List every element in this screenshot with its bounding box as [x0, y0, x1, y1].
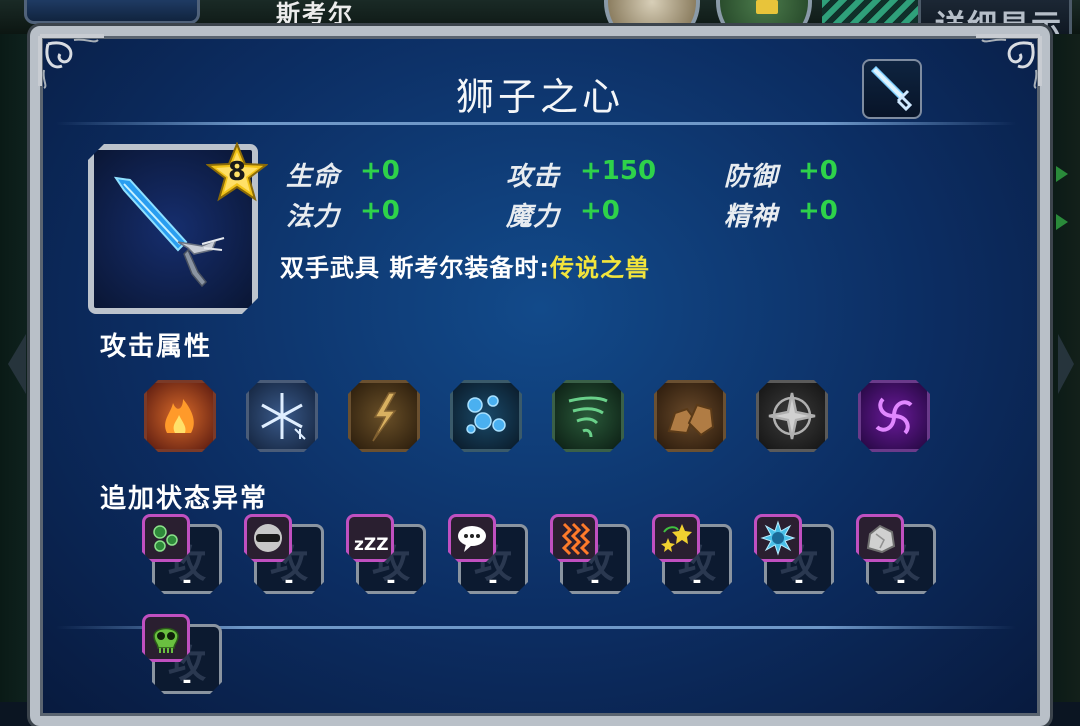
status-value: -	[896, 569, 906, 594]
character-name: 斯考尔	[276, 0, 354, 28]
status-slot[interactable]: 攻- zZZ	[346, 514, 430, 598]
stat-mp-value: +0	[360, 196, 400, 226]
sword-icon[interactable]	[862, 59, 922, 119]
silence-icon	[448, 514, 496, 562]
poison-icon	[142, 514, 190, 562]
status-slot[interactable]: 攻-	[856, 514, 940, 598]
stat-mag-value: +0	[580, 196, 620, 226]
thunder-icon[interactable]	[348, 380, 420, 452]
stat-spr-label: 精神	[724, 202, 779, 232]
equip-note: 双手武具 斯考尔装备时:传说之兽	[280, 248, 650, 283]
stat-mp-label: 法力	[286, 202, 341, 232]
status-ailments-heading: 追加状态异常	[100, 484, 269, 514]
status-value: -	[794, 569, 804, 594]
holy-icon[interactable]	[756, 380, 828, 452]
sleep-icon: zZZ	[346, 514, 394, 562]
attack-attributes-heading: 攻击属性	[100, 332, 213, 362]
status-slot[interactable]: 攻-	[244, 514, 328, 598]
equip-note-text: 双手武具 斯考尔装备时:	[280, 254, 550, 282]
status-slot[interactable]: 攻-	[448, 514, 532, 598]
death-icon	[142, 614, 190, 662]
play-icon	[1056, 166, 1068, 182]
stat-def-label: 防御	[724, 162, 779, 192]
status-value: -	[182, 569, 192, 594]
stat-hp-label: 生命	[286, 162, 341, 192]
status-value: -	[182, 669, 192, 694]
status-slot[interactable]: 攻-	[754, 514, 838, 598]
earth-icon[interactable]	[654, 380, 726, 452]
equip-note-highlight[interactable]: 传说之兽	[550, 254, 650, 282]
blind-icon	[244, 514, 292, 562]
slow-icon	[754, 514, 802, 562]
status-slot[interactable]: 攻-	[550, 514, 634, 598]
status-value: -	[590, 569, 600, 594]
dark-icon[interactable]	[858, 380, 930, 452]
wind-icon[interactable]	[552, 380, 624, 452]
status-value: -	[692, 569, 702, 594]
stat-atk-label: 攻击	[506, 162, 561, 192]
status-value: -	[386, 569, 396, 594]
water-icon[interactable]	[450, 380, 522, 452]
status-slot[interactable]: 攻-	[142, 614, 226, 698]
equipment-detail-dialog: 狮子之心 8 生命 +0 法力 +0 攻击 +150 魔力 +0 防御 +0 精…	[30, 26, 1050, 726]
confuse-icon	[652, 514, 700, 562]
fire-icon[interactable]	[144, 380, 216, 452]
status-slot[interactable]: 攻-	[142, 514, 226, 598]
ice-icon[interactable]	[246, 380, 318, 452]
stat-mag-label: 魔力	[506, 202, 561, 232]
left-arrow-icon[interactable]	[8, 334, 26, 394]
right-arrow-icon[interactable]	[1058, 334, 1074, 394]
divider	[56, 122, 1016, 125]
status-slot[interactable]: 攻-	[652, 514, 736, 598]
play-icon	[1056, 214, 1068, 230]
back-button[interactable]	[24, 0, 200, 24]
stat-def-value: +0	[798, 156, 838, 186]
sleep-text: zZZ	[354, 535, 388, 555]
stat-spr-value: +0	[798, 196, 838, 226]
stat-hp-value: +0	[360, 156, 400, 186]
petrify-icon	[856, 514, 904, 562]
status-value: -	[284, 569, 294, 594]
right-panel	[1048, 34, 1080, 702]
berserk-icon	[550, 514, 598, 562]
star-rank-value: 8	[227, 157, 247, 187]
stat-atk-value: +150	[580, 156, 657, 186]
status-value: -	[488, 569, 498, 594]
